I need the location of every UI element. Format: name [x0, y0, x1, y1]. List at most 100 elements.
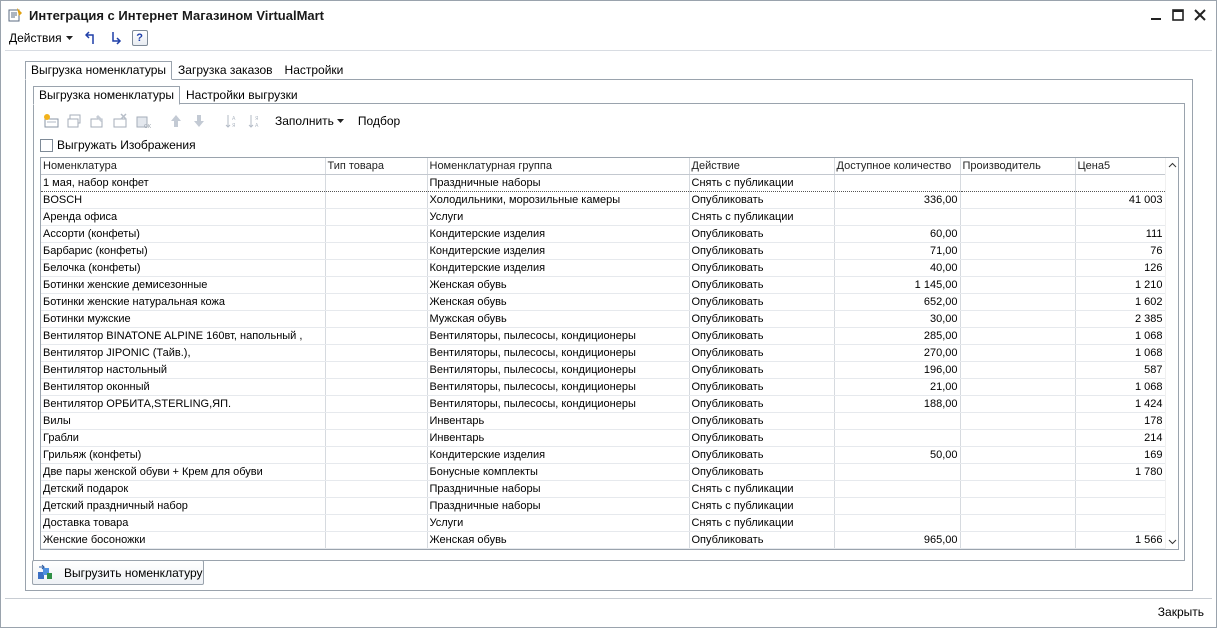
- table-cell[interactable]: 1 068: [1075, 327, 1166, 345]
- table-row[interactable]: Барбарис (конфеты) Кондитерские изделия Оп…: [41, 242, 1166, 260]
- table-cell[interactable]: Детский подарок: [41, 480, 326, 498]
- table-cell[interactable]: [960, 208, 1076, 226]
- move-up-button[interactable]: [167, 112, 185, 130]
- table-row[interactable]: Две пары женской обуви + Крем для обуви Б…: [41, 463, 1166, 481]
- table-cell[interactable]: Бонусные комплекты: [427, 463, 690, 481]
- column-header[interactable]: Доступное количество: [834, 158, 961, 175]
- table-cell[interactable]: Опубликовать: [689, 293, 835, 311]
- table-cell[interactable]: [960, 514, 1076, 532]
- table-cell[interactable]: Снять с публикации: [689, 173, 835, 192]
- table-cell[interactable]: 196,00: [834, 361, 961, 379]
- table-cell[interactable]: [325, 191, 428, 209]
- table-cell[interactable]: [960, 361, 1076, 379]
- table-cell[interactable]: 1 424: [1075, 395, 1166, 413]
- table-row[interactable]: Аренда офиса Услуги Снять с публикации: [41, 208, 1166, 226]
- table-cell[interactable]: 188,00: [834, 395, 961, 413]
- table-cell[interactable]: [325, 378, 428, 396]
- table-cell[interactable]: Снять с публикации: [689, 208, 835, 226]
- table-cell[interactable]: 1 145,00: [834, 276, 961, 294]
- table-cell[interactable]: Вентилятор BINATONE ALPINE 160вт, наполь…: [41, 327, 326, 345]
- table-cell[interactable]: [325, 344, 428, 362]
- copy-row-button[interactable]: [65, 112, 83, 130]
- table-row[interactable]: Женские босоножки Женская обувь Опубликова…: [41, 531, 1166, 549]
- go-down-button[interactable]: [107, 29, 125, 47]
- vertical-scrollbar[interactable]: [1165, 158, 1178, 549]
- table-cell[interactable]: Услуги: [427, 514, 690, 532]
- table-cell[interactable]: 587: [1075, 361, 1166, 379]
- column-header[interactable]: Цена5: [1075, 158, 1166, 175]
- table-row[interactable]: Белочка (конфеты) Кондитерские изделия Опу…: [41, 259, 1166, 277]
- table-cell[interactable]: Опубликовать: [689, 378, 835, 396]
- table-row[interactable]: Детский подарок Праздничные наборы Снять с…: [41, 480, 1166, 498]
- table-cell[interactable]: Опубликовать: [689, 327, 835, 345]
- table-cell[interactable]: [1075, 514, 1166, 532]
- column-header[interactable]: Тип товара: [325, 158, 428, 175]
- table-cell[interactable]: 1 мая, набор конфет: [41, 173, 326, 192]
- tab-export-settings[interactable]: Настройки выгрузки: [180, 86, 304, 104]
- table-cell[interactable]: Праздничные наборы: [427, 480, 690, 498]
- table-cell[interactable]: 1 068: [1075, 378, 1166, 396]
- table-cell[interactable]: [1075, 480, 1166, 498]
- table-row[interactable]: Грильяж (конфеты) Кондитерские изделия Опу…: [41, 446, 1166, 464]
- table-cell[interactable]: Опубликовать: [689, 531, 835, 549]
- table-row[interactable]: Вентилятор настольный Вентиляторы, пылесо…: [41, 361, 1166, 379]
- table-cell[interactable]: Снять с публикации: [689, 497, 835, 515]
- table-cell[interactable]: Ботинки женские демисезонные: [41, 276, 326, 294]
- table-cell[interactable]: Барбарис (конфеты): [41, 242, 326, 260]
- table-cell[interactable]: Доставка товара: [41, 514, 326, 532]
- table-cell[interactable]: Инвентарь: [427, 412, 690, 430]
- table-cell[interactable]: 1 068: [1075, 344, 1166, 362]
- table-cell[interactable]: 1 566: [1075, 531, 1166, 549]
- table-cell[interactable]: [834, 514, 961, 532]
- table-cell[interactable]: Опубликовать: [689, 463, 835, 481]
- table-cell[interactable]: [325, 514, 428, 532]
- table-cell[interactable]: Кондитерские изделия: [427, 446, 690, 464]
- table-cell[interactable]: 71,00: [834, 242, 961, 260]
- move-down-button[interactable]: [190, 112, 208, 130]
- table-cell[interactable]: [325, 225, 428, 243]
- table-cell[interactable]: [1075, 173, 1166, 192]
- fill-menu-button[interactable]: Заполнить: [275, 114, 344, 128]
- table-cell[interactable]: [325, 327, 428, 345]
- table-cell[interactable]: Ассорти (конфеты): [41, 225, 326, 243]
- sort-desc-button[interactable]: Я A: [246, 112, 264, 130]
- close-icon[interactable]: [1192, 7, 1208, 23]
- table-cell[interactable]: [325, 480, 428, 498]
- table-cell[interactable]: Женские босоножки: [41, 531, 326, 549]
- table-cell[interactable]: [960, 412, 1076, 430]
- export-images-checkbox[interactable]: [40, 138, 53, 152]
- table-cell[interactable]: 270,00: [834, 344, 961, 362]
- table-cell[interactable]: Опубликовать: [689, 310, 835, 328]
- table-cell[interactable]: [834, 173, 961, 192]
- table-row[interactable]: Вентилятор BINATONE ALPINE 160вт, наполь…: [41, 327, 1166, 345]
- table-cell[interactable]: [1075, 497, 1166, 515]
- table-row[interactable]: Детский праздничный набор Праздничные наб…: [41, 497, 1166, 515]
- table-cell[interactable]: 2 385: [1075, 310, 1166, 328]
- actions-menu[interactable]: Действия: [5, 31, 77, 45]
- table-cell[interactable]: Опубликовать: [689, 429, 835, 447]
- table-cell[interactable]: 50,00: [834, 446, 961, 464]
- table-cell[interactable]: Праздничные наборы: [427, 497, 690, 515]
- table-cell[interactable]: [960, 395, 1076, 413]
- table-cell[interactable]: [960, 225, 1076, 243]
- table-cell[interactable]: [325, 173, 428, 192]
- go-up-button[interactable]: [83, 29, 101, 47]
- maximize-icon[interactable]: [1170, 7, 1186, 23]
- table-cell[interactable]: 178: [1075, 412, 1166, 430]
- table-cell[interactable]: 214: [1075, 429, 1166, 447]
- table-cell[interactable]: Вентиляторы, пылесосы, кондиционеры: [427, 395, 690, 413]
- tab-export-nomenclature[interactable]: Выгрузка номенклатуры: [25, 61, 173, 80]
- table-cell[interactable]: 21,00: [834, 378, 961, 396]
- table-row[interactable]: Ботинки мужские Мужская обувь Опубликовать…: [41, 310, 1166, 328]
- table-cell[interactable]: Опубликовать: [689, 412, 835, 430]
- table-cell[interactable]: 40,00: [834, 259, 961, 277]
- table-cell[interactable]: Две пары женской обуви + Крем для обуви: [41, 463, 326, 481]
- table-cell[interactable]: Опубликовать: [689, 446, 835, 464]
- column-header[interactable]: Номенклатура: [41, 158, 326, 175]
- table-cell[interactable]: [325, 293, 428, 311]
- table-cell[interactable]: BOSCH: [41, 191, 326, 209]
- table-cell[interactable]: Снять с публикации: [689, 514, 835, 532]
- table-cell[interactable]: [325, 463, 428, 481]
- table-cell[interactable]: [960, 480, 1076, 498]
- table-cell[interactable]: Женская обувь: [427, 293, 690, 311]
